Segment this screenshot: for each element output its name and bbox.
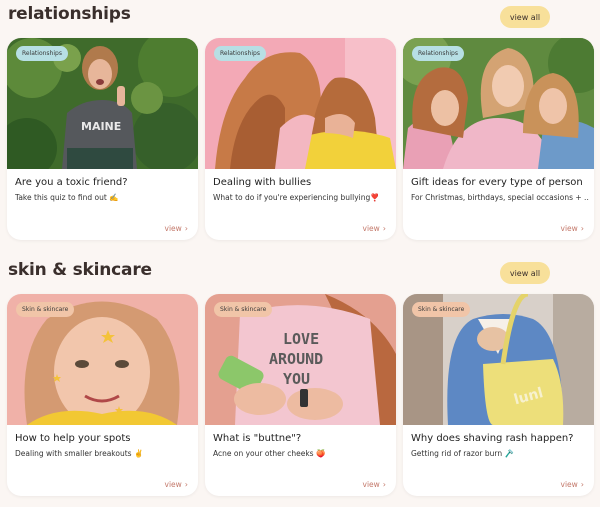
article-thumbnail: Relationships	[403, 38, 594, 169]
section-title: skin & skincare	[8, 260, 152, 280]
view-link[interactable]: view ›	[561, 224, 584, 233]
shirt-print-text: MAINE	[81, 120, 121, 133]
article-card[interactable]: MAINE Relationships Are you a toxic frie…	[7, 38, 198, 240]
view-label: view	[164, 224, 182, 233]
category-badge: Relationships	[214, 46, 266, 61]
article-card[interactable]: Relationships Dealing with bullies What …	[205, 38, 396, 240]
card-subtitle: For Christmas, birthdays, special occasi…	[411, 193, 589, 202]
section-title: relationships	[8, 4, 131, 24]
shirt-print-text: LOVE	[283, 330, 319, 348]
view-link[interactable]: view ›	[165, 480, 188, 489]
card-subtitle: What to do if you're experiencing bullyi…	[213, 193, 380, 202]
view-label: view	[164, 480, 182, 489]
card-title: Why does shaving rash happen?	[411, 433, 574, 444]
article-thumbnail: Skin & skincare	[7, 294, 198, 425]
card-subtitle: Take this quiz to find out ✍️	[15, 193, 119, 202]
view-label: view	[560, 480, 578, 489]
view-all-button[interactable]: view all	[500, 6, 550, 28]
article-thumbnail: lunl Skin & skincare	[403, 294, 594, 425]
article-card[interactable]: Skin & skincare How to help your spots D…	[7, 294, 198, 496]
card-title: What is "buttne"?	[213, 433, 302, 444]
article-card[interactable]: lunl Skin & skincare Why does shaving ra…	[403, 294, 594, 496]
card-title: Gift ideas for every type of person	[411, 177, 583, 188]
card-title: Are you a toxic friend?	[15, 177, 128, 188]
category-badge: Skin & skincare	[16, 302, 75, 317]
article-card[interactable]: Relationships Gift ideas for every type …	[403, 38, 594, 240]
shirt-print-text: AROUND	[269, 350, 323, 368]
chevron-right-icon: ›	[382, 224, 386, 233]
chevron-right-icon: ›	[382, 480, 386, 489]
article-thumbnail: Relationships	[205, 38, 396, 169]
card-subtitle: Dealing with smaller breakouts ✌️	[15, 449, 144, 458]
article-thumbnail: MAINE Relationships	[7, 38, 198, 169]
article-card[interactable]: LOVE AROUND YOU Skin & skincare What is …	[205, 294, 396, 496]
view-label: view	[362, 480, 380, 489]
view-link[interactable]: view ›	[561, 480, 584, 489]
chevron-right-icon: ›	[580, 480, 584, 489]
category-badge: Relationships	[412, 46, 464, 61]
chevron-right-icon: ›	[184, 224, 188, 233]
category-badge: Skin & skincare	[412, 302, 471, 317]
view-all-button[interactable]: view all	[500, 262, 550, 284]
chevron-right-icon: ›	[580, 224, 584, 233]
card-subtitle: Getting rid of razor burn 🪒	[411, 449, 514, 458]
view-link[interactable]: view ›	[363, 224, 386, 233]
chevron-right-icon: ›	[184, 480, 188, 489]
view-link[interactable]: view ›	[363, 480, 386, 489]
category-badge: Skin & skincare	[214, 302, 273, 317]
card-title: Dealing with bullies	[213, 177, 312, 188]
card-title: How to help your spots	[15, 433, 131, 444]
view-label: view	[362, 224, 380, 233]
article-thumbnail: LOVE AROUND YOU Skin & skincare	[205, 294, 396, 425]
view-label: view	[560, 224, 578, 233]
shirt-print-text: YOU	[283, 370, 310, 388]
card-subtitle: Acne on your other cheeks 🍑	[213, 449, 326, 458]
category-badge: Relationships	[16, 46, 68, 61]
view-link[interactable]: view ›	[165, 224, 188, 233]
